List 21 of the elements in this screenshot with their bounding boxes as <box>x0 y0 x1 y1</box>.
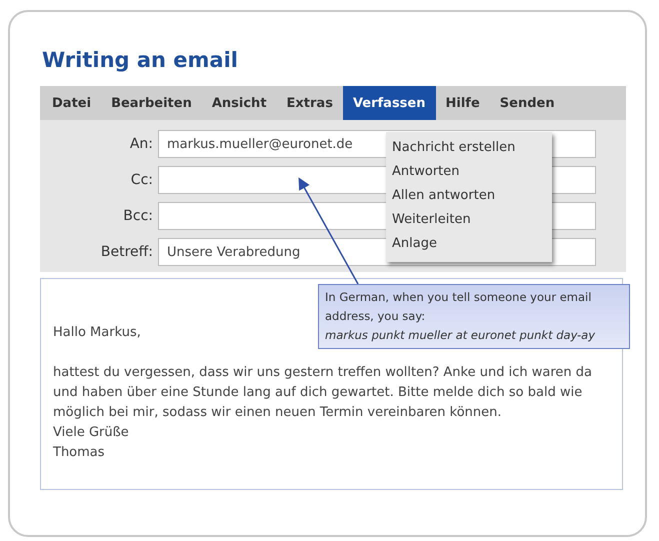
field-label: An: <box>128 136 154 152</box>
menu-item[interactable]: Ansicht <box>202 86 277 120</box>
dropdown-item[interactable]: Weiterleiten <box>392 208 552 232</box>
dropdown-item[interactable]: Allen antworten <box>392 184 552 208</box>
field-label: Bcc: <box>122 208 154 224</box>
menu-item[interactable]: Datei <box>42 86 102 120</box>
message-paragraph: hattest du vergessen, dass wir uns gestern treffen wollten? Anke und ich waren da und haben über eine Stunde lang auf dich gewartet. Bitte melde dich so bald wie möglich bei mir, sodass wir einen neuen Termin vereinbaren können. <box>53 364 593 422</box>
field-label: Cc: <box>130 172 154 188</box>
page-title: Writing an email <box>42 48 240 72</box>
menu-item[interactable]: Senden <box>490 86 565 120</box>
menu-item[interactable]: Verfassen <box>342 86 436 120</box>
closing-line: Viele Grüße <box>53 424 129 442</box>
greeting-text: Hallo Markus, <box>53 324 141 342</box>
menu-item[interactable]: Hilfe <box>436 86 490 120</box>
menu-item[interactable]: Extras <box>276 86 343 120</box>
dropdown-item[interactable]: Antworten <box>392 160 552 184</box>
closing-line: Thomas <box>53 444 105 462</box>
field-label: Betreff: <box>100 244 154 260</box>
dropdown-item[interactable]: Nachricht erstellen <box>392 136 552 160</box>
menu-item[interactable]: Bearbeiten <box>101 86 202 120</box>
callout-note: In German, when you tell someone your email address, you say: markus punkt mueller at euronet punkt day-ay <box>318 284 630 349</box>
